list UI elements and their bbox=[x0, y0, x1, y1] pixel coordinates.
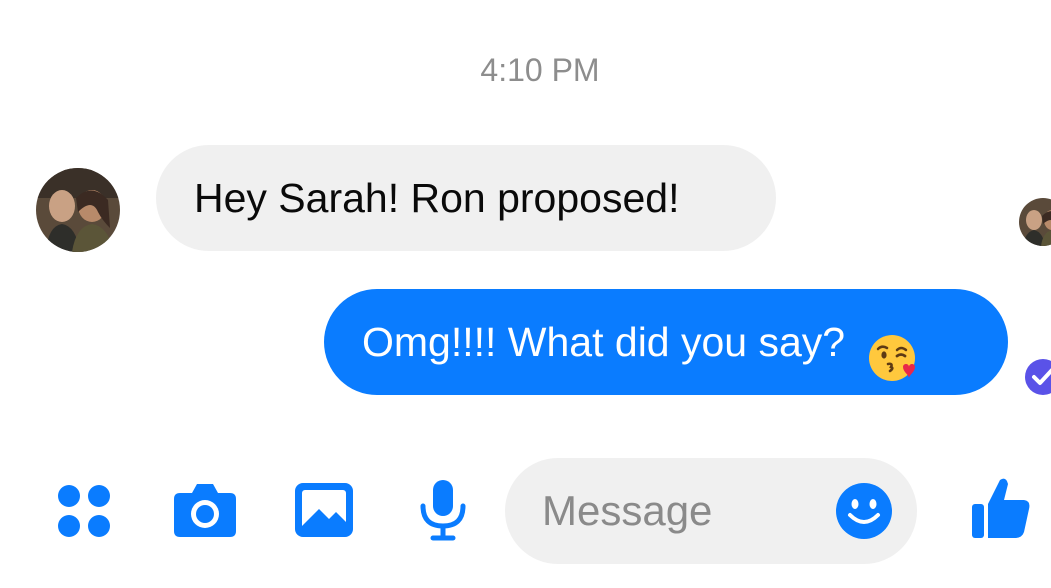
gallery-icon[interactable] bbox=[293, 481, 355, 539]
thumbs-up-icon[interactable] bbox=[970, 476, 1032, 540]
microphone-icon[interactable] bbox=[418, 478, 468, 542]
incoming-message-bubble[interactable]: Hey Sarah! Ron proposed! bbox=[156, 145, 776, 251]
kissing-face-with-heart-emoji bbox=[867, 316, 917, 382]
outgoing-message-text: Omg!!!! What did you say? bbox=[362, 319, 846, 365]
contact-avatar-photo bbox=[36, 168, 120, 252]
read-receipt-avatar bbox=[1019, 198, 1051, 246]
camera-icon[interactable] bbox=[172, 481, 238, 539]
more-apps-icon[interactable] bbox=[56, 483, 112, 539]
message-input-placeholder: Message bbox=[542, 487, 713, 534]
message-input[interactable]: Message bbox=[505, 458, 917, 564]
contact-avatar[interactable] bbox=[36, 168, 120, 252]
read-receipt-photo bbox=[1019, 198, 1051, 246]
read-status-check-icon bbox=[1025, 359, 1051, 395]
emoji-icon[interactable] bbox=[835, 482, 893, 540]
message-timestamp: 4:10 PM bbox=[480, 52, 600, 88]
outgoing-message-bubble[interactable]: Omg!!!! What did you say? bbox=[324, 289, 1008, 395]
